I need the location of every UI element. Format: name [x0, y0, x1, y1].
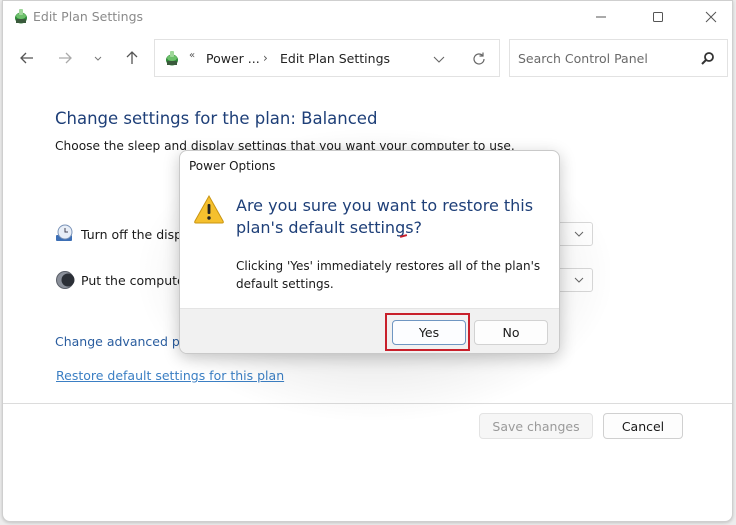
minimize-icon — [596, 16, 606, 18]
forward-button[interactable] — [52, 44, 78, 72]
title-bar: Edit Plan Settings — [3, 1, 732, 33]
chevron-down-icon — [574, 231, 584, 237]
save-changes-button[interactable]: Save changes — [479, 413, 593, 439]
recent-locations-button[interactable] — [85, 44, 111, 72]
maximize-icon — [653, 12, 663, 22]
back-button[interactable] — [14, 44, 40, 72]
power-options-location-icon — [166, 51, 178, 66]
breadcrumb-edit-plan-settings[interactable]: Edit Plan Settings — [280, 51, 390, 66]
close-button[interactable] — [688, 1, 734, 33]
moon-icon — [56, 271, 75, 289]
address-dropdown-button[interactable] — [430, 50, 448, 68]
chevron-down-icon — [433, 56, 445, 63]
power-options-app-icon — [15, 9, 27, 24]
restore-defaults-link[interactable]: Restore default settings for this plan — [56, 368, 284, 383]
breadcrumb-overflow[interactable]: « — [189, 50, 195, 61]
warning-icon — [194, 194, 224, 224]
page-heading: Change settings for the plan: Balanced — [55, 109, 378, 128]
refresh-button[interactable] — [469, 49, 489, 69]
up-button[interactable] — [119, 44, 145, 72]
search-icon[interactable] — [699, 50, 717, 68]
dialog-title: Power Options — [189, 159, 276, 173]
search-box[interactable]: Search Control Panel — [509, 39, 728, 77]
minimize-button[interactable] — [578, 1, 624, 33]
no-button[interactable]: No — [474, 320, 548, 345]
close-icon — [705, 11, 717, 23]
dialog-body-text: Clicking 'Yes' immediately restores all … — [236, 259, 541, 291]
maximize-button[interactable] — [635, 1, 681, 33]
monitor-clock-icon — [56, 224, 73, 241]
yes-button[interactable]: Yes — [392, 320, 466, 345]
chevron-down-icon — [574, 277, 584, 283]
power-options-dialog: Power Options Are you sure you want to r… — [179, 150, 560, 354]
search-placeholder[interactable]: Search Control Panel — [518, 51, 648, 66]
refresh-icon — [473, 52, 485, 65]
arrow-right-icon — [59, 52, 72, 64]
dialog-main-instruction: Are you sure you want to restore this pl… — [236, 196, 534, 237]
window-title: Edit Plan Settings — [33, 9, 144, 24]
address-bar[interactable]: « Power ... › Edit Plan Settings — [154, 39, 500, 77]
footer-divider — [3, 403, 732, 404]
chevron-down-icon — [94, 56, 102, 61]
dialog-footer: Yes No — [180, 308, 559, 353]
arrow-left-icon — [20, 52, 33, 64]
cancel-button[interactable]: Cancel — [603, 413, 683, 439]
arrow-up-icon — [126, 51, 138, 64]
breadcrumb-power-options[interactable]: Power ... — [206, 51, 260, 66]
breadcrumb-separator[interactable]: › — [263, 51, 268, 65]
